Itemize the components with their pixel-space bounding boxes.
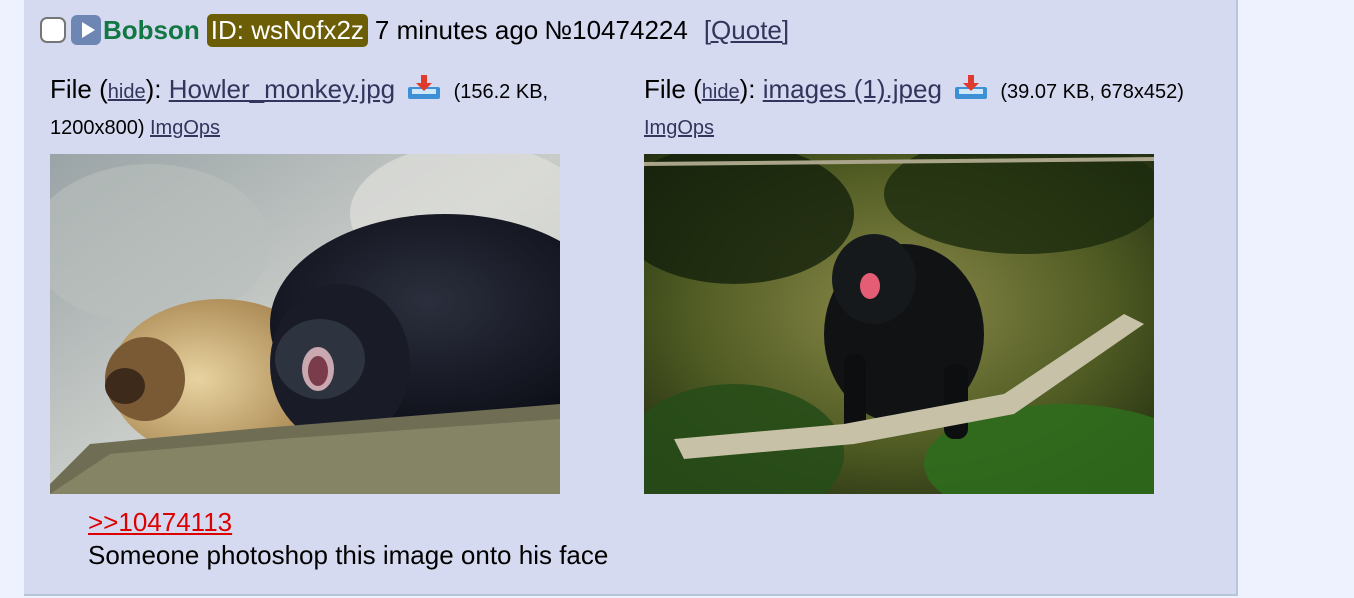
file-sep: ):	[145, 74, 162, 104]
file-thumbnail-2[interactable]	[644, 154, 1154, 494]
post-menu-button[interactable]	[71, 15, 101, 45]
imgops-link[interactable]: ImgOps	[644, 117, 714, 140]
file-meta: (39.07 KB, 678x452)	[1000, 81, 1184, 103]
post-number[interactable]: №10474224	[544, 15, 688, 46]
quote-link[interactable]: [Quote]	[704, 15, 789, 46]
file-meta-line2: 1200x800)	[50, 117, 145, 139]
poster-name: Bobson	[103, 14, 200, 45]
file-meta: (156.2 KB,	[453, 81, 549, 103]
download-icon[interactable]	[406, 75, 442, 101]
file-thumbnail-1[interactable]	[50, 154, 560, 494]
imgops-link[interactable]: ImgOps	[150, 117, 220, 140]
post-time: 7 minutes ago	[374, 14, 539, 45]
file-name-link[interactable]: images (1).jpeg	[763, 74, 942, 104]
select-checkbox[interactable]	[40, 17, 66, 43]
file-label: File (	[644, 74, 702, 104]
hide-file-link[interactable]: hide	[108, 81, 146, 103]
file-sep: ):	[739, 74, 756, 104]
post-comment: Someone photoshop this image onto his fa…	[88, 540, 609, 570]
post-header: Bobson ID: wsNofx2z 7 minutes ago №10474…	[40, 12, 789, 48]
hide-file-link[interactable]: hide	[702, 81, 740, 103]
play-icon	[81, 22, 95, 38]
reply-post: Bobson ID: wsNofx2z 7 minutes ago №10474…	[24, 0, 1238, 596]
quote-backlink[interactable]: >>10474113	[88, 507, 232, 538]
download-icon[interactable]	[953, 75, 989, 101]
monkey-photo-2	[644, 154, 1154, 494]
poster-id-badge[interactable]: ID: wsNofx2z	[206, 13, 368, 47]
file-label: File (	[50, 74, 108, 104]
file-info-1: File (hide): Howler_monkey.jpg (156.2 KB…	[50, 74, 548, 107]
file-name-link[interactable]: Howler_monkey.jpg	[169, 74, 395, 104]
file-info-2: File (hide): images (1).jpeg (39.07 KB, …	[644, 74, 1184, 107]
monkey-photo-1	[50, 154, 560, 494]
